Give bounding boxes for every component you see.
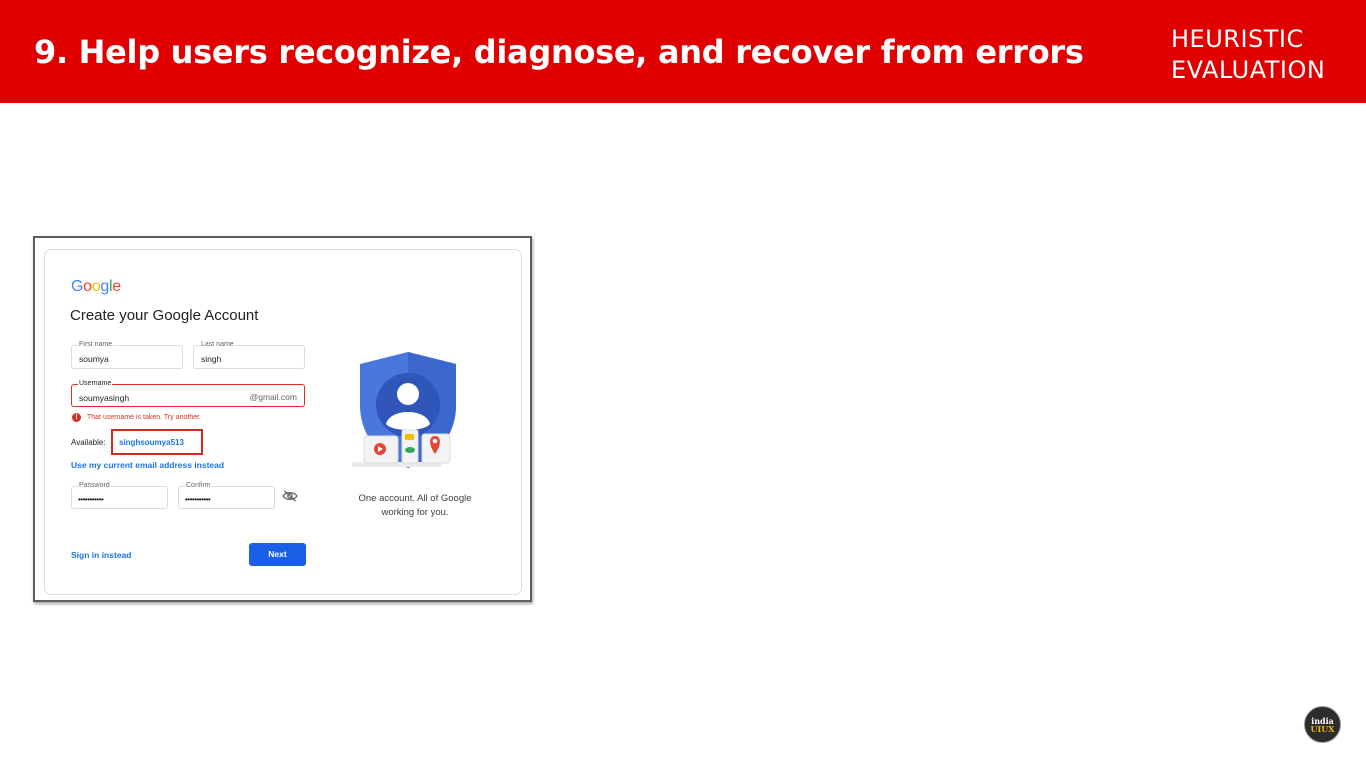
username-error-text: That username is taken. Try another. [87,414,202,421]
section-tag-line2: EVALUATION [1171,56,1326,84]
last-name-label: Last name [200,341,235,349]
section-tag-line1: HEURISTIC [1171,25,1304,53]
first-name-field[interactable]: First name soumya [71,341,183,369]
confirm-label: Confirm [185,482,212,490]
logo-letter-o2: o [91,278,101,295]
first-name-value: soumya [79,354,109,364]
form-title: Create your Google Account [70,307,259,324]
logo-letter-e: e [112,278,121,295]
account-shield-illustration [352,352,456,468]
error-icon: ! [72,413,81,422]
eye-off-icon[interactable] [282,490,298,502]
logo-letter-g2: g [100,278,109,295]
logo-letter-g: G [71,278,84,295]
confirm-value: ••••••••••• [185,495,211,504]
available-label: Available: [71,438,106,447]
google-logo: Google [71,278,121,296]
tagline: One account. All of Google working for y… [358,493,472,518]
next-button[interactable]: Next [249,543,306,566]
slide: 9. Help users recognize, diagnose, and r… [0,0,1366,768]
signup-screenshot: Google Create your Google Account First … [33,236,532,602]
india-uiux-logo: india UIUX [1304,706,1341,743]
slide-title: 9. Help users recognize, diagnose, and r… [34,33,1084,71]
password-value: ••••••••••• [78,495,104,504]
last-name-value: singh [201,354,222,364]
username-domain-suffix: @gmail.com [249,392,297,402]
sign-in-instead-link[interactable]: Sign in instead [71,550,131,560]
section-tag: HEURISTIC EVALUATION [1171,24,1325,86]
logo-letter-o1: o [83,278,92,295]
logo-text-bottom: UIUX [1310,724,1335,734]
first-name-label: First name [78,341,114,349]
password-label: Password [78,482,111,490]
signup-card: Google Create your Google Account First … [44,249,522,595]
username-field[interactable]: Username soumyasingh @gmail.com [71,380,305,407]
header-banner: 9. Help users recognize, diagnose, and r… [0,0,1366,103]
last-name-field[interactable]: Last name singh [193,341,305,369]
username-suggestion-link[interactable]: singhsoumya513 [119,438,184,447]
username-label: Username [78,380,113,388]
password-field[interactable]: Password ••••••••••• [71,482,168,509]
username-error: ! That username is taken. Try another. [72,413,201,422]
username-value: soumyasingh [79,393,130,403]
use-current-email-link[interactable]: Use my current email address instead [71,460,224,470]
confirm-password-field[interactable]: Confirm ••••••••••• [178,482,275,509]
